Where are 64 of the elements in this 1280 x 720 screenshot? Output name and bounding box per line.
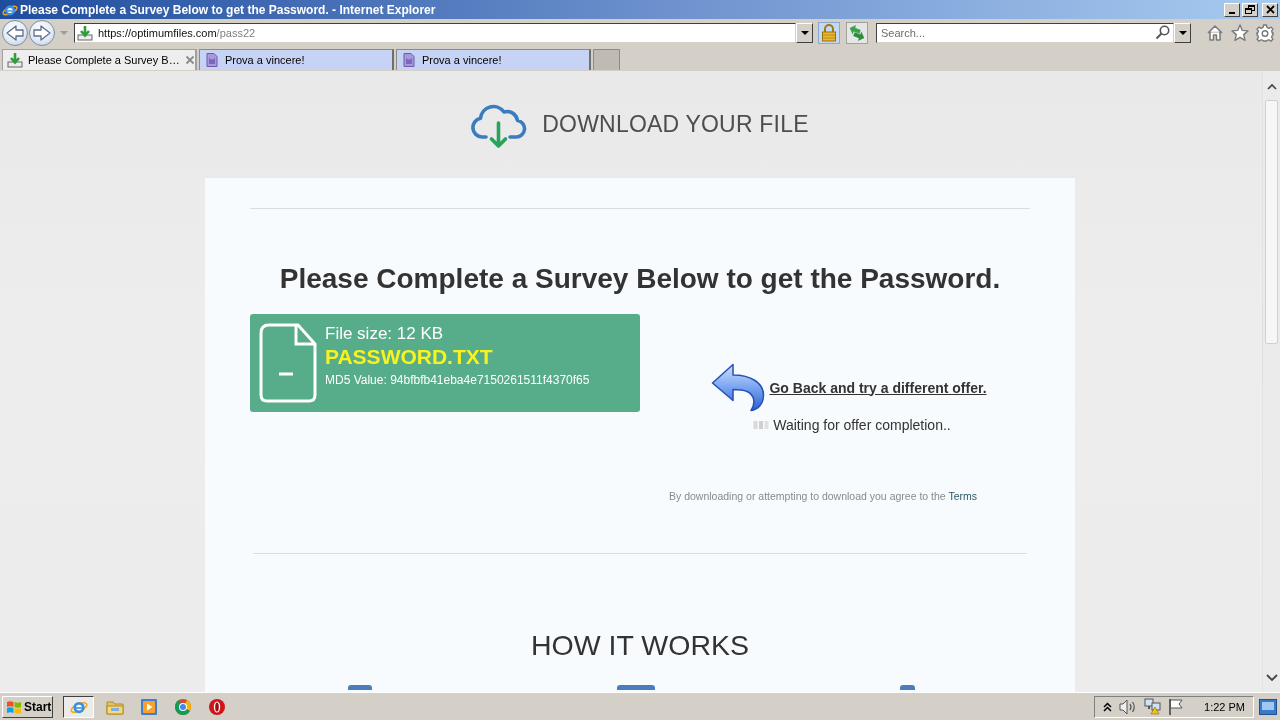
minimize-button[interactable] xyxy=(1224,2,1240,17)
network-icon[interactable] xyxy=(1144,698,1162,715)
page-icon xyxy=(204,52,220,68)
speaker-icon[interactable] xyxy=(1119,697,1138,716)
terms-notice: By downloading or attempting to download you agree to the Terms xyxy=(669,489,977,503)
padlock-icon xyxy=(821,24,837,42)
arrow-right-icon xyxy=(31,23,53,43)
forward-button[interactable] xyxy=(29,20,55,46)
md5-text: MD5 Value: 94bfbfb41eba4e7150261511f4370f65 xyxy=(325,372,590,388)
loading-icon xyxy=(753,419,770,431)
download-icon xyxy=(7,52,23,68)
chevron-down-icon xyxy=(1265,673,1278,682)
page-icon xyxy=(401,52,417,68)
tab[interactable]: Please Complete a Survey B… xyxy=(2,49,197,70)
status-text: Waiting for offer completion.. xyxy=(773,416,951,434)
restore-button[interactable] xyxy=(1242,2,1258,17)
home-icon[interactable] xyxy=(1206,24,1224,42)
chevron-up-icon[interactable] xyxy=(1103,701,1113,712)
restore-icon xyxy=(1245,5,1255,14)
clock: 1:22 PM xyxy=(1204,700,1245,713)
caret-icon xyxy=(800,31,809,35)
app-icon[interactable] xyxy=(174,697,192,716)
close-button[interactable] xyxy=(1262,2,1278,17)
scrollbar-thumb[interactable] xyxy=(1265,100,1278,344)
window-title: Please Complete a Survey Below to get the Password. - Internet Explorer xyxy=(20,2,437,17)
lock-button[interactable] xyxy=(818,22,840,44)
minimize-icon xyxy=(1229,11,1235,14)
download-icon xyxy=(77,25,93,41)
search-icon[interactable] xyxy=(1155,25,1170,40)
windows-logo-icon xyxy=(6,698,22,715)
curved-arrow-icon[interactable] xyxy=(711,363,766,412)
tab[interactable]: Prova a vincere! xyxy=(396,49,591,70)
dropdown-button[interactable] xyxy=(1174,23,1191,43)
document-icon xyxy=(258,322,318,404)
back-button[interactable] xyxy=(2,20,28,46)
step-icon xyxy=(617,685,655,690)
settings-icon[interactable] xyxy=(1256,24,1274,42)
start-button[interactable]: Start xyxy=(2,695,53,718)
file-name: PASSWORD.TXT xyxy=(325,345,494,369)
terms-link[interactable]: Terms xyxy=(948,490,977,502)
taskbar-button[interactable] xyxy=(63,695,94,718)
close-icon[interactable] xyxy=(184,55,195,65)
desktop-icon xyxy=(1259,698,1277,715)
ring-icon[interactable] xyxy=(208,697,226,716)
flag-icon[interactable] xyxy=(1168,697,1184,716)
search-field[interactable]: Search... xyxy=(876,23,1174,43)
refresh-icon xyxy=(847,23,867,43)
page-header-title: DOWNLOAD YOUR FILE xyxy=(542,111,809,138)
file-size-text: File size: 12 KB xyxy=(325,323,445,345)
tab[interactable]: Prova a vincere! xyxy=(199,49,394,70)
section-title: HOW IT WORKS xyxy=(530,628,750,663)
address-field[interactable]: https://optimumfiles.com/pass22 xyxy=(74,23,796,43)
step-icon xyxy=(348,685,372,690)
dropdown-button[interactable] xyxy=(796,23,813,43)
caret-icon xyxy=(1178,31,1187,35)
play-icon[interactable] xyxy=(140,697,158,716)
close-icon xyxy=(1265,5,1275,14)
page-title: Please Complete a Survey Below to get the Password. xyxy=(278,262,1002,296)
refresh-button[interactable] xyxy=(846,22,868,44)
step-icon xyxy=(900,685,915,690)
chevron-up-icon xyxy=(1266,81,1277,90)
go-back-link[interactable]: Go Back and try a different offer. xyxy=(769,379,987,396)
arrow-left-icon xyxy=(4,23,26,43)
star-icon[interactable] xyxy=(1231,24,1249,42)
